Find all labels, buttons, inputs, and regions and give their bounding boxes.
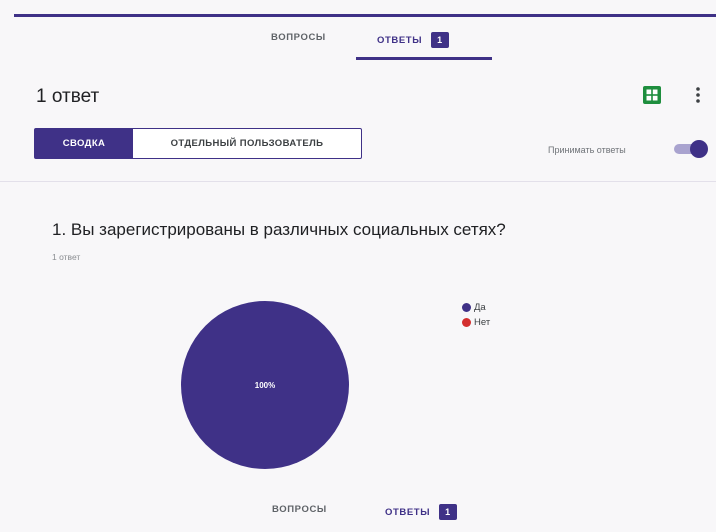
tab-questions-label: ВОПРОСЫ <box>271 32 326 43</box>
accepting-responses-toggle[interactable] <box>672 140 708 158</box>
individual-button[interactable]: ОТДЕЛЬНЫЙ ПОЛЬЗОВАТЕЛЬ <box>133 129 361 158</box>
bottom-tab-questions[interactable]: ВОПРОСЫ <box>272 504 327 515</box>
legend-dot-yes <box>462 303 471 312</box>
bottom-tab-questions-label: ВОПРОСЫ <box>272 504 327 515</box>
accepting-responses-label: Принимать ответы <box>548 145 626 155</box>
legend-label-yes: Да <box>474 302 486 313</box>
view-mode-toggle: СВОДКА ОТДЕЛЬНЫЙ ПОЛЬЗОВАТЕЛЬ <box>34 128 362 159</box>
question-response-count: 1 ответ <box>52 252 81 262</box>
bottom-tab-responses[interactable]: ОТВЕТЫ 1 <box>385 504 457 520</box>
legend-dot-no <box>462 318 471 327</box>
legend-item-no: Нет <box>462 315 490 330</box>
more-vertical-icon[interactable] <box>690 84 706 106</box>
toggle-knob <box>690 140 708 158</box>
tab-responses-label: ОТВЕТЫ <box>377 35 423 46</box>
tab-questions[interactable]: ВОПРОСЫ <box>271 32 326 43</box>
active-tab-indicator <box>356 57 492 60</box>
legend-item-yes: Да <box>462 300 490 315</box>
pie-chart: 100% <box>181 301 349 469</box>
bottom-tab-bar: ВОПРОСЫ ОТВЕТЫ 1 <box>0 500 716 532</box>
bottom-tab-responses-label: ОТВЕТЫ <box>385 507 431 518</box>
responses-count-badge: 1 <box>431 32 449 48</box>
legend-label-no: Нет <box>474 317 491 328</box>
top-accent-bar <box>14 14 716 17</box>
question-title: 1. Вы зарегистрированы в различных социа… <box>52 220 506 239</box>
section-divider <box>0 181 716 182</box>
tab-bar: ВОПРОСЫ ОТВЕТЫ 1 <box>0 28 716 60</box>
response-count: 1 ответ <box>36 86 100 107</box>
pie-slice-label: 100% <box>255 381 275 390</box>
spreadsheet-icon[interactable] <box>643 86 661 104</box>
tab-responses[interactable]: ОТВЕТЫ 1 <box>377 32 449 48</box>
chart-legend: Да Нет <box>462 300 490 330</box>
bottom-responses-count-badge: 1 <box>439 504 457 520</box>
summary-button[interactable]: СВОДКА <box>35 129 133 158</box>
